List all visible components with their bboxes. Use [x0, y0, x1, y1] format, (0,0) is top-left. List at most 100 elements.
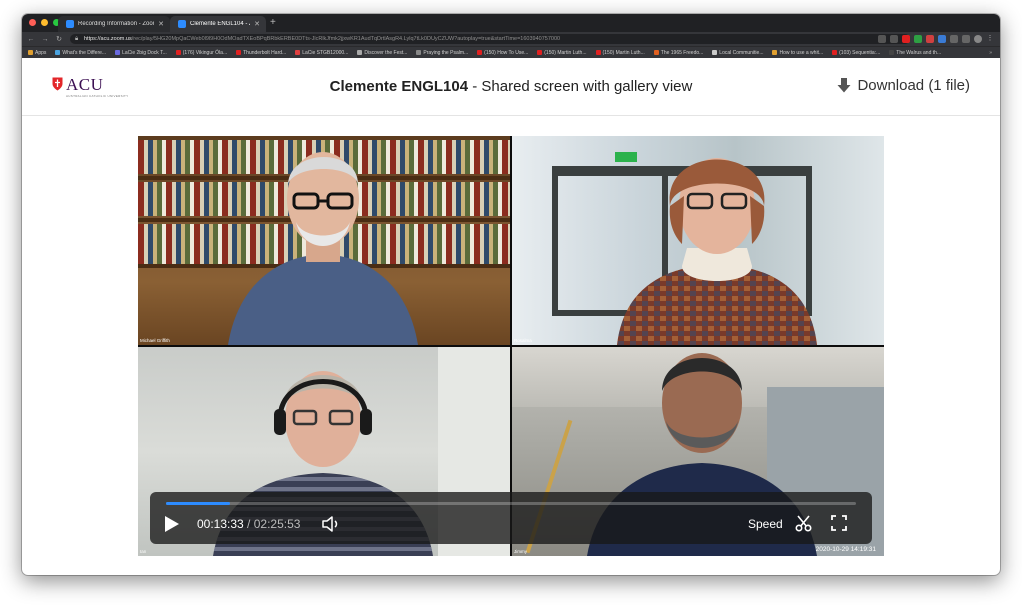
bookmark-item[interactable]: Thunderbolt Hard...: [236, 50, 286, 56]
extension-icons: ⋮: [878, 35, 994, 43]
browser-window: Recording Information - Zoom ✕ Clemente …: [22, 14, 1000, 575]
bookmark-label: The 1965 Freedo...: [660, 49, 704, 56]
fullscreen-icon[interactable]: [831, 515, 847, 531]
exit-sign: [615, 152, 637, 162]
scissors-icon[interactable]: [795, 515, 812, 532]
bookmarks-overflow-button[interactable]: »: [989, 50, 992, 56]
bookmark-label: (150) Martin Luth...: [544, 49, 587, 56]
bookmark-favicon-icon: [115, 50, 121, 55]
bookmark-label: Discover the Fest...: [364, 49, 408, 56]
extension-icon[interactable]: [914, 35, 922, 43]
bookmark-item[interactable]: (176) Vikingur Óla...: [175, 50, 227, 56]
bookmark-item[interactable]: (150) Martin Luth...: [595, 49, 645, 56]
bookmark-item[interactable]: (103) Sequentia:...: [832, 50, 880, 56]
progress-fill: [166, 502, 231, 505]
bookmark-item[interactable]: How to use a whit...: [772, 50, 823, 56]
bookmark-label: Local Communitie...: [719, 49, 764, 56]
bookmark-favicon-icon: [357, 50, 363, 55]
bookmark-label: The Walrus and th...: [896, 49, 942, 56]
bookmark-favicon-icon: [832, 50, 838, 55]
zoom-favicon-icon: [66, 20, 74, 28]
participant-name: Jimmy: [514, 549, 527, 554]
back-icon[interactable]: ←: [27, 36, 35, 43]
bookmark-item[interactable]: What's the Differe...: [55, 50, 106, 56]
play-icon[interactable]: [164, 515, 180, 533]
puzzle-extensions-icon[interactable]: [950, 35, 958, 43]
bookmark-favicon-icon: [712, 50, 718, 55]
extension-icon[interactable]: [926, 35, 934, 43]
player-controls: 00:13:33 / 02:25:53 Speed: [150, 492, 872, 544]
window-controls: [29, 19, 60, 26]
participant-name: Michael Griffith: [140, 338, 170, 343]
bookmark-item[interactable]: Praying the Psalm...: [416, 50, 468, 56]
bookmark-favicon-icon: [416, 50, 422, 55]
media-control-icon[interactable]: [962, 35, 970, 43]
bookmark-label: (150) Martin Luth...: [602, 49, 645, 56]
tab-clemente-engl104[interactable]: Clemente ENGL104 - Zoom ✕: [170, 16, 266, 32]
bookmark-item[interactable]: Discover the Fest...: [357, 50, 407, 56]
download-button[interactable]: Download (1 file): [837, 77, 970, 94]
bookmark-item[interactable]: LaCie STGB12000...: [295, 50, 348, 56]
reload-icon[interactable]: ↻: [55, 35, 63, 43]
tab-close-icon[interactable]: ✕: [158, 20, 164, 28]
bookmark-item[interactable]: The 1965 Freedo...: [653, 49, 704, 56]
speed-button[interactable]: Speed: [748, 517, 783, 531]
bookmark-item[interactable]: LaCie 2big Dock T...: [115, 50, 167, 56]
bookmark-item[interactable]: Apps: [28, 50, 46, 56]
video-tile: Rosalma: [512, 136, 884, 345]
video-player[interactable]: Michael Griffith Rosalma Ian Jimmy 00:13…: [138, 136, 884, 556]
forward-icon[interactable]: →: [41, 36, 49, 43]
zoom-favicon-icon: [178, 20, 186, 28]
url-path: /rec/play/5HG20MpQaCWeb0l9l9H0OdMOadTXEo…: [131, 36, 561, 42]
bookmark-favicon-icon: [236, 50, 242, 55]
participant-figure: [617, 158, 817, 345]
time-display: 00:13:33 / 02:25:53: [197, 517, 300, 531]
tab-close-icon[interactable]: ✕: [254, 20, 260, 28]
bookmark-favicon-icon: [477, 50, 483, 55]
bookmark-favicon-icon: [295, 50, 301, 55]
recording-timestamp: 2020-10-29 14:19:31: [815, 546, 876, 553]
zoom-page-icon[interactable]: [878, 35, 886, 43]
video-tile: Michael Griffith: [138, 136, 510, 345]
extension-icon[interactable]: [902, 35, 910, 43]
current-time: 00:13:33: [197, 517, 244, 531]
tab-label: Clemente ENGL104 - Zoom: [190, 21, 250, 27]
duration: 02:25:53: [253, 517, 301, 531]
bookmark-item[interactable]: Local Communitie...: [712, 50, 763, 56]
new-tab-button[interactable]: +: [270, 17, 276, 29]
tab-recording-information[interactable]: Recording Information - Zoom ✕: [58, 16, 170, 32]
page-title-rest: - Shared screen with gallery view: [468, 78, 693, 95]
volume-icon[interactable]: [322, 516, 342, 532]
bookmark-item[interactable]: The Walrus and th...: [889, 50, 941, 56]
bookmark-label: (150) How To Use...: [484, 49, 529, 56]
progress-bar[interactable]: [166, 502, 856, 505]
star-bookmark-icon[interactable]: [890, 35, 898, 43]
page-header: ACU AUSTRALIAN CATHOLIC UNIVERSITY Cleme…: [22, 58, 1000, 116]
time-separator: /: [243, 517, 254, 531]
bookmark-item[interactable]: (150) Martin Luth...: [537, 49, 587, 56]
minimize-window-button[interactable]: [41, 19, 48, 26]
bookmark-favicon-icon: [175, 50, 181, 55]
bookmark-label: Thunderbolt Hard...: [243, 49, 287, 56]
participant-name: Rosalma: [514, 338, 532, 343]
bookmark-favicon-icon: [772, 50, 778, 55]
bookmark-favicon-icon: [537, 50, 543, 55]
lock-icon: 🔒︎: [75, 36, 79, 42]
tab-strip: Recording Information - Zoom ✕ Clemente …: [22, 14, 1000, 32]
bookmark-item[interactable]: (150) How To Use...: [477, 50, 528, 56]
kebab-menu-icon[interactable]: ⋮: [986, 35, 994, 43]
page-title-main: Clemente ENGL104: [329, 78, 469, 95]
participant-name: Ian: [140, 549, 147, 554]
profile-avatar-icon[interactable]: [974, 35, 982, 43]
download-label: Download (1 file): [857, 77, 970, 94]
url-input[interactable]: 🔒︎ https://acu.zoom.us/rec/play/5HG20MpQ…: [70, 34, 910, 44]
url-host: https://acu.zoom.us: [84, 36, 132, 42]
bookmark-label: How to use a whit...: [779, 49, 824, 56]
bookmark-favicon-icon: [889, 50, 895, 55]
close-window-button[interactable]: [29, 19, 36, 26]
extension-icon[interactable]: [938, 35, 946, 43]
bookmark-favicon-icon: [653, 50, 659, 55]
address-bar: ← → ↻ 🔒︎ https://acu.zoom.us/rec/play/5H…: [22, 32, 1000, 46]
bookmarks-bar: Apps What's the Differe... LaCie 2big Dock…: [22, 46, 1000, 58]
participant-figure: [228, 152, 418, 345]
